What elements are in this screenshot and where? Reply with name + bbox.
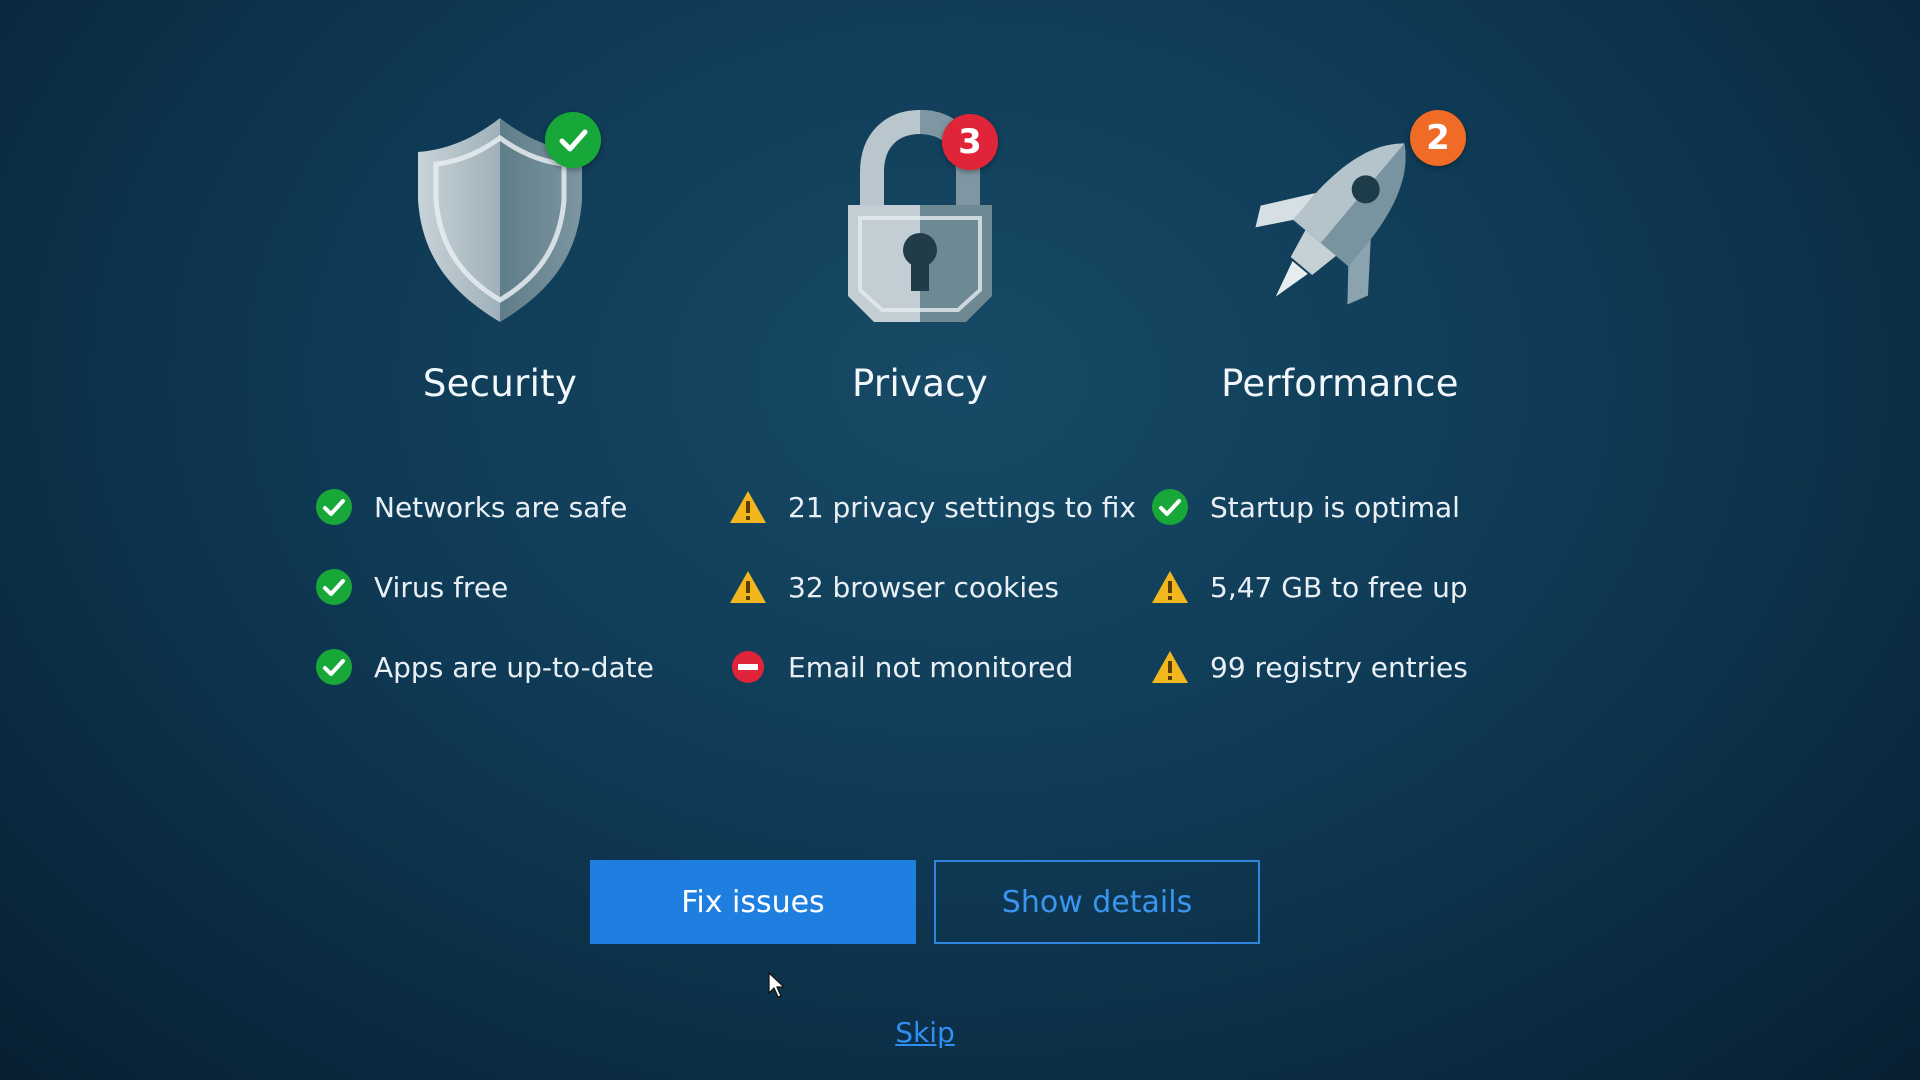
list-item: 5,47 GB to free up	[1150, 547, 1560, 627]
list-item: 32 browser cookies	[728, 547, 1140, 627]
performance-hero: 2	[1120, 100, 1560, 340]
item-label: 32 browser cookies	[788, 570, 1059, 604]
check-circle-icon	[314, 487, 354, 527]
item-label: 99 registry entries	[1210, 650, 1468, 684]
item-label: 21 privacy settings to fix	[788, 490, 1136, 524]
fix-issues-button[interactable]: Fix issues	[590, 860, 916, 944]
list-item: 99 registry entries	[1150, 627, 1560, 707]
action-buttons: Fix issues Show details	[590, 860, 1260, 944]
warning-triangle-icon	[728, 567, 768, 607]
check-circle-icon	[314, 567, 354, 607]
security-column: Security Networks are safe Virus free Ap…	[280, 100, 720, 707]
privacy-items: 21 privacy settings to fix 32 browser co…	[728, 467, 1140, 707]
security-ok-badge	[545, 112, 601, 168]
item-label: Networks are safe	[374, 490, 628, 524]
badge-count: 3	[958, 122, 982, 162]
privacy-issue-count-badge: 3	[942, 114, 998, 170]
blocked-circle-icon	[728, 647, 768, 687]
list-item: Virus free	[314, 547, 720, 627]
mouse-pointer-icon	[768, 972, 786, 998]
list-item: Networks are safe	[314, 467, 720, 547]
check-circle-icon	[1150, 487, 1190, 527]
privacy-column: 3 Privacy 21 privacy settings to fix 32 …	[700, 100, 1140, 707]
list-item: Startup is optimal	[1150, 467, 1560, 547]
security-items: Networks are safe Virus free Apps are up…	[314, 467, 720, 707]
item-label: 5,47 GB to free up	[1210, 570, 1468, 604]
item-label: Email not monitored	[788, 650, 1074, 684]
check-circle-icon	[314, 647, 354, 687]
item-label: Startup is optimal	[1210, 490, 1460, 524]
performance-title: Performance	[1221, 362, 1459, 405]
security-hero	[280, 100, 720, 340]
performance-issue-count-badge: 2	[1410, 110, 1466, 166]
warning-triangle-icon	[728, 487, 768, 527]
privacy-hero: 3	[700, 100, 1140, 340]
checkmark-icon	[559, 129, 588, 152]
list-item: Apps are up-to-date	[314, 627, 720, 707]
security-title: Security	[422, 362, 578, 405]
performance-items: Startup is optimal 5,47 GB to free up 99…	[1150, 467, 1560, 707]
performance-column: 2 Performance Startup is optimal 5,47 GB…	[1120, 100, 1560, 707]
privacy-title: Privacy	[851, 362, 989, 405]
list-item: Email not monitored	[728, 627, 1140, 707]
item-label: Virus free	[374, 570, 509, 604]
list-item: 21 privacy settings to fix	[728, 467, 1140, 547]
warning-triangle-icon	[1150, 647, 1190, 687]
scan-results-screen: Security Networks are safe Virus free Ap…	[0, 0, 1920, 1080]
skip-link[interactable]: Skip	[0, 1016, 1850, 1049]
warning-triangle-icon	[1150, 567, 1190, 607]
item-label: Apps are up-to-date	[374, 650, 654, 684]
badge-count: 2	[1426, 118, 1450, 158]
show-details-button[interactable]: Show details	[934, 860, 1260, 944]
